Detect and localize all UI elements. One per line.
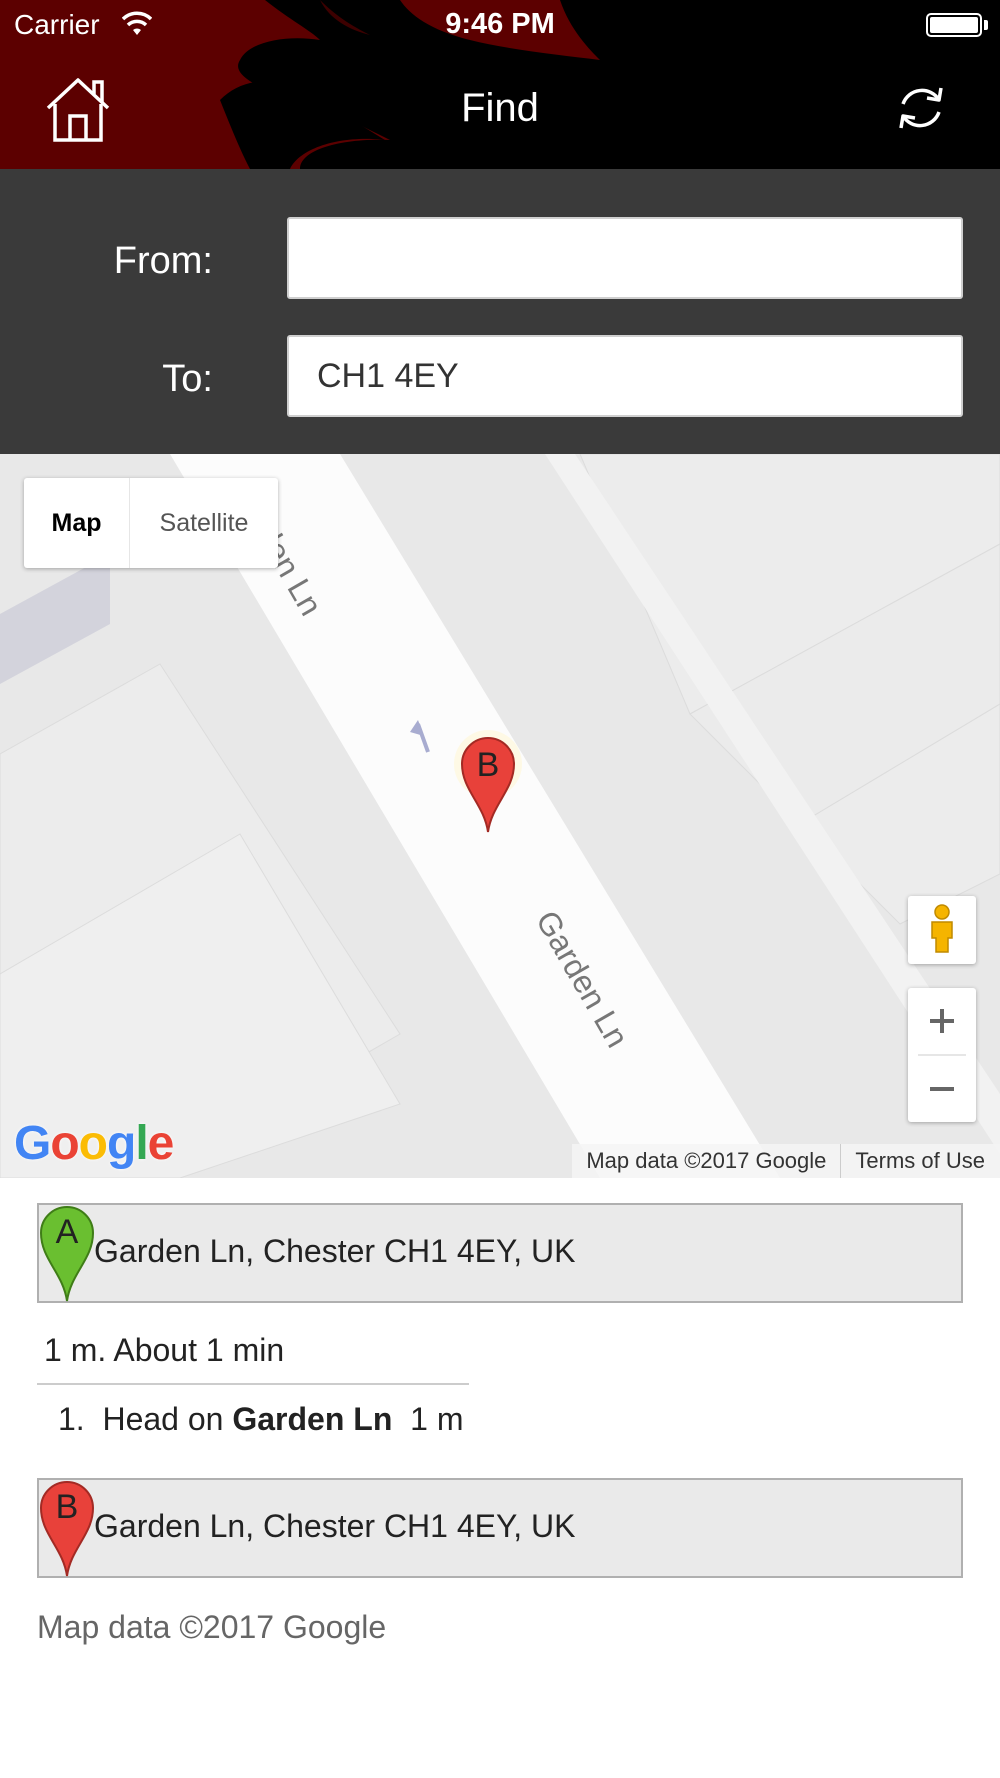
- page-title: Find: [461, 86, 539, 130]
- marker-a-icon: A: [39, 1206, 95, 1302]
- app-header: Carrier 9:46 PM Find: [0, 0, 1000, 169]
- from-input[interactable]: [287, 217, 963, 299]
- status-time: 9:46 PM: [445, 8, 555, 40]
- to-label: To:: [162, 358, 213, 400]
- from-label: From:: [113, 240, 213, 282]
- refresh-icon[interactable]: [895, 80, 947, 136]
- step-distance: 1 m: [410, 1401, 464, 1437]
- zoom-control: [908, 988, 976, 1122]
- step-number: 1.: [58, 1401, 85, 1437]
- to-input[interactable]: [287, 335, 963, 417]
- step-street: Garden Ln: [232, 1401, 393, 1437]
- marker-b-small-icon: B: [39, 1481, 95, 1577]
- marker-b-letter: B: [477, 746, 500, 784]
- status-bar: Carrier 9:46 PM: [0, 0, 1000, 50]
- map-type-satellite-button[interactable]: Satellite: [130, 478, 278, 568]
- pegman-icon: [931, 904, 953, 953]
- start-address-box: A Garden Ln, Chester CH1 4EY, UK: [37, 1203, 963, 1303]
- start-address: Garden Ln, Chester CH1 4EY, UK: [94, 1233, 576, 1269]
- map-type-map-button[interactable]: Map: [24, 478, 130, 568]
- map-view[interactable]: rden Ln Garden Ln Map Satellite B Google…: [0, 454, 1000, 1178]
- end-address: Garden Ln, Chester CH1 4EY, UK: [94, 1508, 576, 1544]
- map-attribution: Map data ©2017 Google Terms of Use: [572, 1144, 1000, 1178]
- zoom-out-icon[interactable]: [908, 1056, 976, 1122]
- step-prefix: Head on: [102, 1401, 224, 1437]
- battery-tip: [984, 20, 988, 30]
- terms-of-use-link[interactable]: Terms of Use: [841, 1144, 1000, 1178]
- route-summary: 1 m. About 1 min: [44, 1332, 285, 1368]
- google-logo: Google: [14, 1117, 174, 1170]
- marker-a-letter: A: [56, 1213, 79, 1251]
- marker-b-icon[interactable]: B: [458, 734, 518, 834]
- map-data-credit: Map data ©2017 Google: [572, 1144, 842, 1178]
- summary-divider: [37, 1383, 469, 1385]
- direction-step: 1. Head on Garden Ln 1 m: [58, 1401, 463, 1438]
- footer-map-credit: Map data ©2017 Google: [37, 1609, 387, 1645]
- end-address-box: B Garden Ln, Chester CH1 4EY, UK: [37, 1478, 963, 1578]
- pegman-button[interactable]: [908, 896, 976, 964]
- route-form: From: To:: [0, 169, 1000, 454]
- battery-icon: [926, 13, 982, 37]
- marker-b-small-letter: B: [56, 1488, 79, 1526]
- zoom-in-icon[interactable]: [908, 988, 976, 1054]
- map-type-control: Map Satellite: [24, 478, 278, 568]
